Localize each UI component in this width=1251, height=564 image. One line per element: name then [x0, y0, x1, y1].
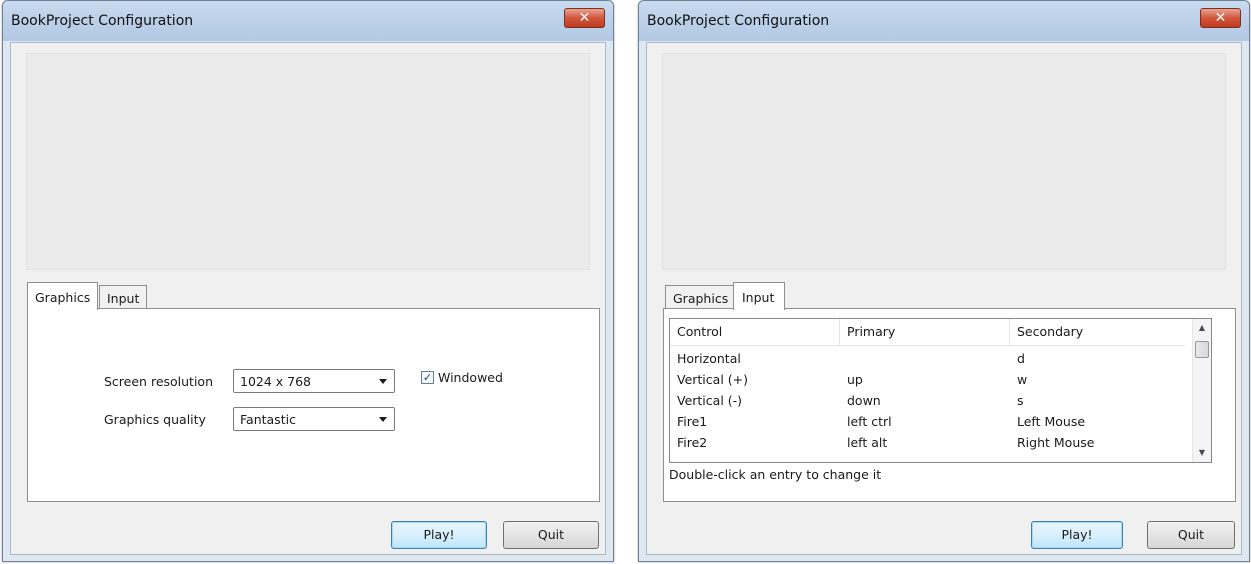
graphics-quality-value: Fantastic [240, 412, 296, 427]
scroll-thumb[interactable] [1195, 341, 1209, 358]
table-cell-control: Fire2 [677, 435, 708, 450]
client-area: Graphics Input Screen resolution 1024 x … [10, 42, 606, 555]
table-cell-secondary: d [1017, 351, 1025, 366]
column-header-secondary[interactable]: Secondary [1010, 319, 1185, 345]
play-button-label: Play! [423, 527, 455, 542]
table-cell-primary: left ctrl [847, 414, 892, 429]
column-header-control[interactable]: Control [670, 319, 840, 345]
table-row[interactable]: Fire2 left alt Right Mouse [670, 432, 1185, 453]
close-icon: ✕ [578, 10, 591, 26]
tab-graphics[interactable]: Graphics [665, 285, 737, 309]
windowed-label[interactable]: Windowed [438, 370, 503, 385]
table-cell-primary [840, 348, 1010, 369]
table-cell-control: Vertical (-) [677, 393, 743, 408]
quit-button[interactable]: Quit [1147, 521, 1235, 549]
window-title: BookProject Configuration [647, 13, 830, 29]
input-bindings-list[interactable]: Control Primary Secondary Horizontal d Ver… [669, 318, 1212, 463]
tab-strip: Graphics Input [663, 279, 1223, 310]
windowed-checkbox[interactable]: ✓ [421, 371, 434, 384]
table-cell-secondary: w [1017, 372, 1028, 387]
graphics-quality-dropdown[interactable]: Fantastic [233, 407, 395, 431]
table-cell-primary: left alt [847, 435, 888, 450]
title-bar[interactable]: BookProject Configuration ✕ [3, 1, 613, 41]
table-cell-secondary: Right Mouse [1017, 435, 1095, 450]
tab-strip: Graphics Input [27, 279, 587, 310]
title-bar[interactable]: BookProject Configuration ✕ [639, 1, 1249, 41]
column-header-label: Primary [847, 324, 896, 339]
vertical-scrollbar[interactable]: ▲ ▼ [1192, 319, 1211, 462]
tab-graphics[interactable]: Graphics [27, 282, 99, 310]
chevron-down-icon [379, 417, 387, 422]
column-header-label: Secondary [1017, 324, 1084, 339]
play-button[interactable]: Play! [1031, 521, 1123, 549]
hint-text: Double-click an entry to change it [669, 467, 882, 482]
table-cell-primary: up [847, 372, 863, 387]
window-title: BookProject Configuration [11, 13, 194, 29]
table-cell-control: Horizontal [677, 351, 741, 366]
screen-resolution-dropdown[interactable]: 1024 x 768 [233, 369, 395, 393]
play-button[interactable]: Play! [391, 521, 487, 549]
config-window-graphics: BookProject Configuration ✕ Graphics Inp… [2, 0, 614, 562]
table-cell-primary: down [847, 393, 881, 408]
table-cell-control: Vertical (+) [677, 372, 748, 387]
tab-graphics-label: Graphics [673, 291, 729, 306]
table-cell-secondary: Left Mouse [1017, 414, 1086, 429]
tab-input[interactable]: Input [733, 282, 786, 310]
tab-input-label: Input [107, 291, 140, 306]
table-cell-control: Fire1 [677, 414, 708, 429]
tab-input[interactable]: Input [99, 285, 148, 309]
tab-graphics-label: Graphics [35, 290, 91, 305]
play-button-label: Play! [1061, 527, 1093, 542]
table-row[interactable]: Fire1 left ctrl Left Mouse [670, 411, 1185, 432]
quit-button[interactable]: Quit [503, 521, 599, 549]
screen-resolution-value: 1024 x 768 [240, 374, 312, 389]
table-cell-secondary: s [1017, 393, 1024, 408]
close-icon: ✕ [1214, 10, 1227, 26]
column-header-primary[interactable]: Primary [840, 319, 1010, 345]
tab-input-label: Input [742, 290, 775, 305]
banner-image [26, 53, 590, 270]
table-row[interactable]: Vertical (+) up w [670, 369, 1185, 390]
column-header-label: Control [677, 324, 723, 339]
close-button[interactable]: ✕ [564, 8, 605, 28]
scroll-up-icon[interactable]: ▲ [1195, 321, 1209, 335]
scroll-down-icon[interactable]: ▼ [1195, 446, 1209, 460]
chevron-down-icon [379, 379, 387, 384]
table-row[interactable]: Vertical (-) down s [670, 390, 1185, 411]
close-button[interactable]: ✕ [1200, 8, 1241, 28]
quit-button-label: Quit [537, 527, 565, 542]
graphics-quality-label: Graphics quality [104, 412, 206, 427]
list-header: Control Primary Secondary [670, 319, 1185, 346]
config-window-input: BookProject Configuration ✕ Graphics Inp… [638, 0, 1250, 562]
graphics-tab-pane: Screen resolution 1024 x 768 ✓ Windowed … [27, 308, 600, 502]
checkmark-icon: ✓ [422, 371, 433, 384]
banner-image [662, 53, 1226, 270]
table-row[interactable]: Horizontal d [670, 348, 1185, 369]
screen-resolution-label: Screen resolution [104, 374, 214, 389]
client-area: Graphics Input Control Primary Secondary… [646, 42, 1242, 555]
quit-button-label: Quit [1177, 527, 1205, 542]
